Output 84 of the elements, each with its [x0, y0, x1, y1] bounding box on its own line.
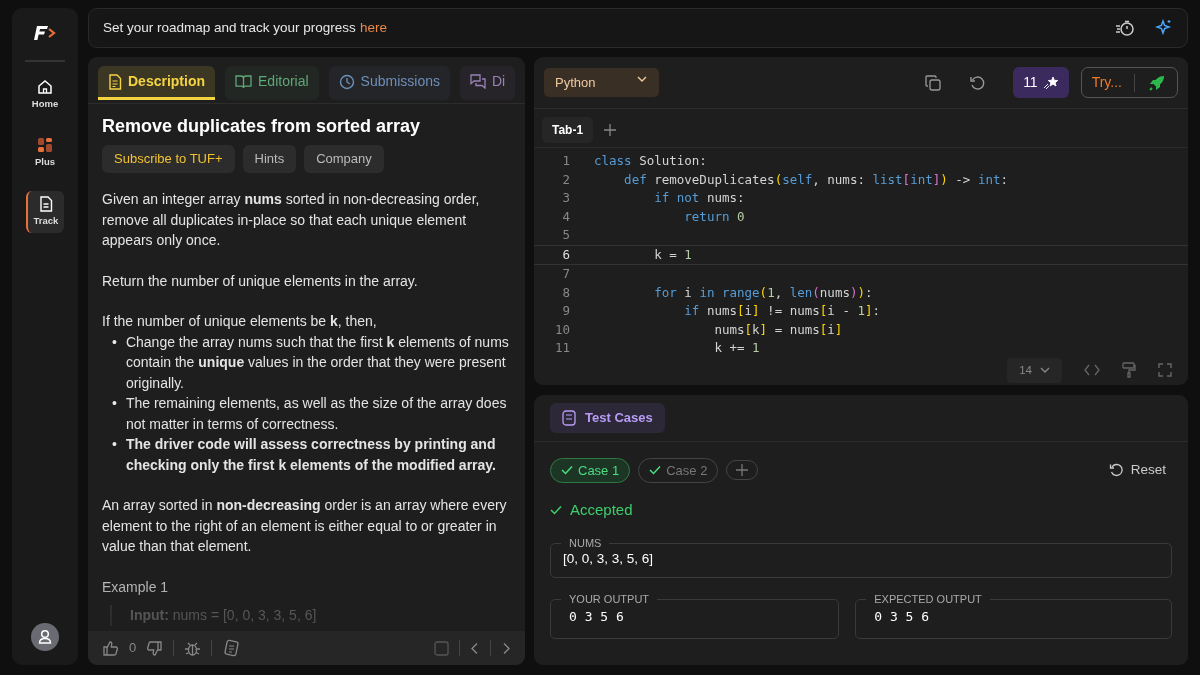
clock-icon [338, 73, 355, 90]
credits-button[interactable]: 11 [1013, 67, 1069, 98]
code-line: for i in range(1, len(nums)): [653, 283, 873, 302]
code-line: if not nums: [653, 189, 745, 207]
here-link[interactable]: here [359, 17, 387, 39]
output-field: YOUR OUTPUT 0 3 5 6 [550, 593, 840, 640]
line-number: 1 [561, 152, 570, 170]
thumbs-down-icon[interactable] [146, 639, 164, 657]
input-field: NUMS [0, 0, 3, 3, 5, 6] [550, 537, 1172, 578]
reset-icon[interactable] [969, 74, 986, 91]
output-field: EXPECTED OUTPUT 0 3 5 6 [855, 593, 1172, 640]
star-icon [1042, 75, 1059, 90]
code-line: def removeDuplicates(self, nums: list[int]) -> int: [623, 170, 1008, 189]
problem-title: Remove duplicates from sorted array [102, 116, 422, 137]
check-icon [550, 505, 562, 516]
document-icon [39, 195, 53, 212]
plus-icon [735, 463, 750, 478]
code-line: nums[k] = nums[i] [713, 320, 843, 339]
line-number: 11 [553, 339, 570, 357]
case-tab[interactable]: Case 1 [550, 457, 631, 483]
bullet-item: The driver code will assess correctness by printing and checking only the first k elements of the modified array. [125, 435, 497, 475]
like-count: 0 [129, 639, 137, 658]
sidebar-item[interactable]: Home [26, 74, 64, 117]
chat-icon [470, 74, 486, 89]
thumbs-up-icon[interactable] [102, 639, 119, 657]
test-icon [562, 409, 576, 426]
bullet-item: Change the array nums such that the first k elements of nums contain the unique values in the order that they were present originally. [125, 332, 510, 393]
book-icon [235, 74, 252, 89]
language-dropdown[interactable]: Python [544, 67, 659, 98]
check-icon [561, 465, 573, 476]
home-icon [37, 79, 53, 95]
line-number: 9 [561, 302, 570, 320]
line-number: 7 [561, 265, 570, 283]
code-line: if nums[i] != nums[i - 1]: [683, 302, 881, 320]
problem-tab[interactable]: Editorial [225, 66, 319, 100]
sidebar-item[interactable]: Plus [26, 132, 64, 175]
logo-icon [33, 24, 57, 42]
sidebar-item[interactable]: Track [26, 190, 64, 233]
bullet-item: The remaining elements, as well as the size of the array does not matter in terms of correctness. [125, 394, 508, 434]
line-number: 4 [561, 207, 570, 226]
description-paragraph: An array sorted in non-decreasing order is an array where every element to the right of an element is either equal to or greater in value than that element. [102, 496, 508, 556]
add-tab-icon[interactable] [603, 123, 618, 137]
line-number: 8 [561, 283, 570, 302]
test-cases-tab[interactable]: Test Cases [550, 403, 665, 433]
avatar-icon[interactable] [31, 623, 59, 651]
line-number: 5 [561, 226, 570, 244]
line-number: 2 [561, 170, 570, 189]
example-heading: Example 1 [102, 577, 170, 597]
subscribe-button[interactable]: Subscribe to TUF+ [102, 144, 235, 173]
next-icon[interactable] [501, 641, 511, 655]
editor-tab[interactable]: Tab-1 [542, 117, 594, 143]
grid-icon [37, 137, 53, 154]
description-paragraph: If the number of unique elements be k, then, [102, 312, 378, 331]
previous-icon[interactable] [470, 641, 480, 655]
code-line: return 0 [683, 207, 745, 226]
tag-button[interactable]: Company [304, 144, 384, 173]
problem-tab[interactable]: Submissions [328, 66, 450, 100]
timer-icon[interactable] [1115, 19, 1135, 37]
problem-tab[interactable]: Description [98, 66, 215, 100]
paint-roller-icon[interactable] [1122, 362, 1136, 379]
description-paragraph: Given an integer array nums sorted in non-decreasing order, remove all duplicates in-place so that each unique element appears only once. [102, 190, 481, 250]
reset-button[interactable]: Reset [1102, 459, 1172, 482]
code-line: class Solution: [594, 152, 707, 170]
problem-tab[interactable]: Di [460, 66, 516, 100]
line-number: 3 [561, 189, 570, 207]
sparkle-icon[interactable] [1155, 19, 1173, 37]
document-icon [108, 73, 122, 90]
bullet-marker: • [112, 332, 117, 352]
notes-icon[interactable] [222, 638, 242, 658]
reset-icon [1108, 463, 1123, 478]
line-number: 6 [561, 245, 570, 264]
bullet-marker: • [112, 435, 117, 454]
check-icon [649, 465, 662, 476]
description-paragraph: Return the number of unique elements in the array. [102, 271, 419, 291]
verdict-text: Accepted [550, 499, 1172, 522]
code-line: k = 1 [653, 245, 692, 264]
font-size-dropdown[interactable]: 14 [1007, 357, 1062, 383]
code-icon[interactable] [1084, 364, 1100, 377]
code-line: k += 1 [713, 339, 760, 357]
copy-icon[interactable] [925, 74, 942, 91]
banner-text: Set your roadmap and track your progress [103, 18, 356, 37]
bullet-marker: • [112, 394, 117, 413]
tag-button[interactable]: Hints [242, 144, 297, 173]
line-number: 10 [553, 320, 570, 339]
